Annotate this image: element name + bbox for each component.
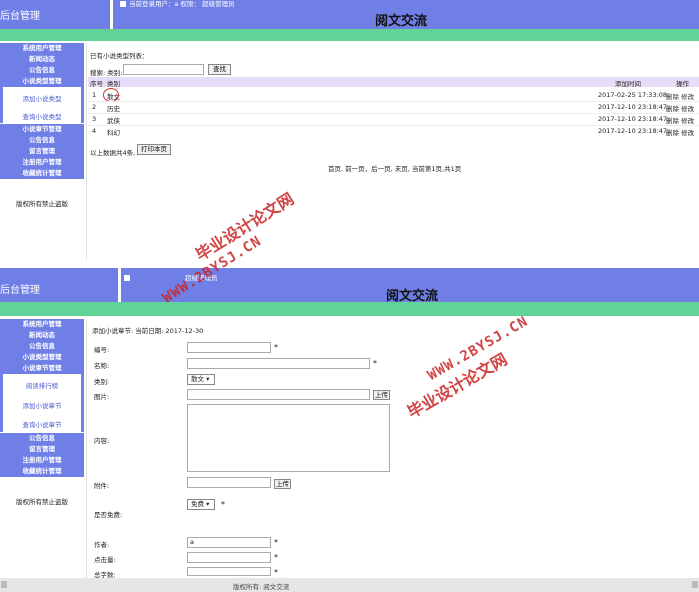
checkbox-icon[interactable] xyxy=(120,1,126,7)
total-count: 以上数据共4条, xyxy=(90,149,136,157)
upload-attachment-button[interactable]: 上传 xyxy=(274,479,291,489)
green-bar xyxy=(0,29,699,41)
search-button[interactable]: 查找 xyxy=(208,64,231,75)
header-divider xyxy=(110,0,113,29)
submenu-novel-type: 添加小说类型 查询小说类型 xyxy=(0,87,84,123)
menu-news[interactable]: 新闻动态 xyxy=(0,330,84,341)
required-mark: * xyxy=(274,568,278,577)
brand-title: 后台管理 xyxy=(0,11,40,22)
brand-title: 后台管理 xyxy=(0,285,40,296)
sidebar-divider xyxy=(86,319,87,578)
col-time: 添加时间 xyxy=(615,80,641,88)
row-divider xyxy=(88,125,699,126)
textarea-neirong[interactable] xyxy=(187,404,390,472)
menu-chapter[interactable]: 小说章节管理 xyxy=(0,363,84,374)
header-bar: 后台管理 超级管理员 阅文交流 xyxy=(0,268,699,304)
green-bar xyxy=(0,302,699,316)
required-mark: * xyxy=(274,538,278,547)
footer-bar: 版权所有: 阅文交流 xyxy=(0,578,699,592)
label-dianjiliang: 点击量: xyxy=(94,556,116,564)
sidebar-divider xyxy=(86,43,87,260)
menu-notice[interactable]: 公告信息 xyxy=(0,65,84,76)
search-input[interactable] xyxy=(123,64,204,75)
search-label: 搜索: 类别: xyxy=(90,69,123,77)
submenu-chapter: 阅读排行榜 添加小说章节 查询小说章节 xyxy=(0,374,84,432)
menu-favorites[interactable]: 收藏统计管理 xyxy=(0,168,84,179)
row-divider xyxy=(88,113,699,114)
required-mark: * xyxy=(274,343,278,352)
menu-system-users[interactable]: 系统用户管理 xyxy=(0,319,84,330)
input-dianjiliang[interactable] xyxy=(187,552,271,563)
label-mingcheng: 名称: xyxy=(94,362,110,370)
scroll-left-icon[interactable] xyxy=(1,581,7,588)
label-bianhao: 编号: xyxy=(94,346,110,354)
header-bar: 后台管理 当前登录用户：a 权限： 超级管理员 阅文交流 xyxy=(0,0,699,29)
required-mark: * xyxy=(274,553,278,562)
input-fujian[interactable] xyxy=(187,477,271,488)
footer-copyright: 版权所有: 阅文交流 xyxy=(233,583,290,591)
col-actions: 操作 xyxy=(676,80,689,88)
menu-novel-type[interactable]: 小说类型管理 xyxy=(0,352,84,363)
label-zuozhe: 作者: xyxy=(94,541,110,549)
menu-notice[interactable]: 公告信息 xyxy=(0,341,84,352)
scroll-right-icon[interactable] xyxy=(692,581,698,588)
label-leibie: 类别: xyxy=(94,378,110,386)
menu-registered-users[interactable]: 注册用户管理 xyxy=(0,455,84,466)
menu-system-users[interactable]: 系统用户管理 xyxy=(0,43,84,54)
sidebar-copyright: 版权所有禁止盗版 xyxy=(16,498,68,506)
link-add-chapter[interactable]: 添加小说章节 xyxy=(3,400,81,410)
required-mark: * xyxy=(373,359,377,368)
col-category: 类别 xyxy=(107,80,120,88)
input-tupian[interactable] xyxy=(187,389,370,400)
row-actions[interactable]: 删除 修改 xyxy=(666,115,694,125)
input-bianhao[interactable] xyxy=(187,342,271,353)
required-mark: * xyxy=(221,500,225,509)
header-divider xyxy=(118,268,121,302)
row-divider xyxy=(88,101,699,102)
row-actions[interactable]: 删除 修改 xyxy=(666,127,694,137)
input-zishu[interactable] xyxy=(187,567,271,576)
menu-registered-users[interactable]: 注册用户管理 xyxy=(0,157,84,168)
menu-news[interactable]: 新闻动态 xyxy=(0,54,84,65)
login-info: 当前登录用户：a 权限： 超级管理员 xyxy=(120,0,235,8)
pagination[interactable]: 首页, 前一页，后一页, 末页, 当前第1页,共1页 xyxy=(328,163,461,173)
label-tupian: 图片: xyxy=(94,393,110,401)
menu-chapter[interactable]: 小说章节管理 xyxy=(0,124,84,135)
select-mianfei[interactable]: 免费 ▾ xyxy=(187,499,215,510)
menu-messages[interactable]: 留言管理 xyxy=(0,146,84,157)
link-query-novel-type[interactable]: 查询小说类型 xyxy=(3,111,81,121)
upload-image-button[interactable]: 上传 xyxy=(373,390,390,400)
row-actions[interactable]: 删除 修改 xyxy=(666,91,694,101)
link-add-novel-type[interactable]: 添加小说类型 xyxy=(3,93,81,103)
link-query-chapter[interactable]: 查询小说章节 xyxy=(3,419,81,429)
menu-favorites[interactable]: 收藏统计管理 xyxy=(0,466,84,477)
page-title: 阅文交流 xyxy=(375,14,428,29)
row-actions[interactable]: 删除 修改 xyxy=(666,103,694,113)
input-mingcheng[interactable] xyxy=(187,358,370,369)
label-neirong: 内容: xyxy=(94,437,110,445)
label-fujian: 附件: xyxy=(94,482,110,490)
menu-notice-2[interactable]: 公告信息 xyxy=(0,433,84,444)
select-leibie[interactable]: 散文 ▾ xyxy=(187,374,215,385)
list-title: 已有小说类型列表： xyxy=(90,52,149,60)
table-header: 序号 类别 添加时间 操作 xyxy=(88,77,699,88)
menu-novel-type[interactable]: 小说类型管理 xyxy=(0,76,84,87)
form-header: 添加小说章节: 当前日期: 2017-12-30 xyxy=(92,327,204,335)
menu-notice-2[interactable]: 公告信息 xyxy=(0,135,84,146)
input-zuozhe[interactable]: a xyxy=(187,537,271,548)
sidebar-copyright: 版权所有禁止盗版 xyxy=(16,200,68,208)
highlight-circle xyxy=(103,88,119,102)
link-ranking[interactable]: 阅读排行榜 xyxy=(3,380,81,390)
menu-messages[interactable]: 留言管理 xyxy=(0,444,84,455)
col-no: 序号 xyxy=(90,80,103,88)
print-button[interactable]: 打印本页 xyxy=(137,144,171,155)
checkbox-icon[interactable] xyxy=(124,275,130,281)
label-mianfei: 是否免费: xyxy=(94,511,123,519)
